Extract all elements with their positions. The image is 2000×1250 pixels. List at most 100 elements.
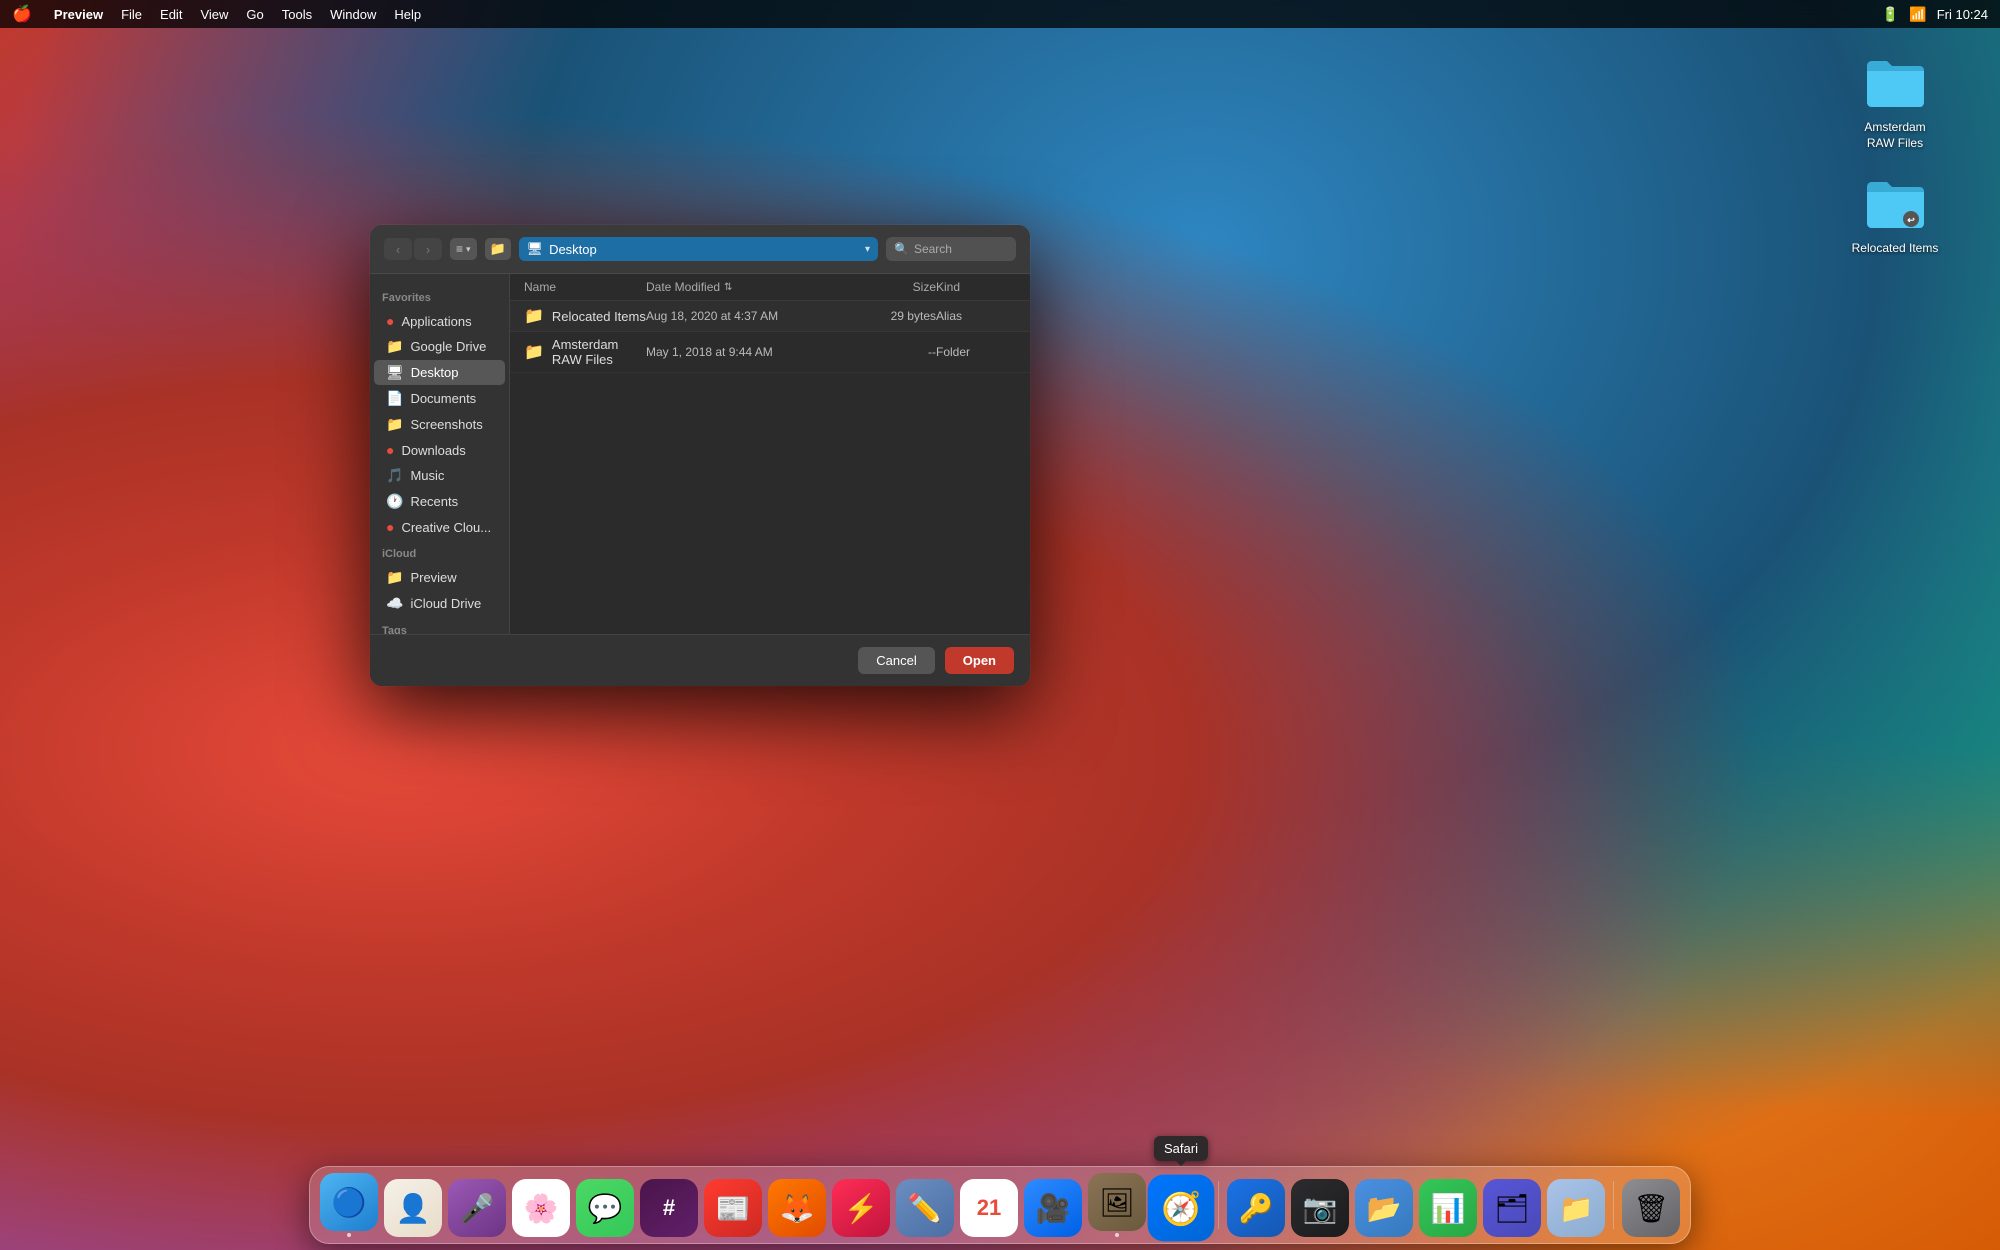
calendar-icon: 21 [960, 1179, 1018, 1237]
dock-item-filer[interactable]: 🗂 [1483, 1179, 1541, 1237]
desktop-icon-amsterdam[interactable]: Amsterdam RAW Files [1850, 50, 1940, 151]
table-row[interactable]: 📁 Amsterdam RAW Files May 1, 2018 at 9:4… [510, 332, 1030, 373]
pockity-icon: ⚡ [832, 1179, 890, 1237]
dock-item-preview[interactable]: 🖼 [1088, 1173, 1146, 1237]
location-text: Desktop [549, 242, 597, 257]
dock-item-finder[interactable]: 🔵 [320, 1173, 378, 1237]
sidebar-item-preview[interactable]: 📁 Preview [374, 565, 505, 590]
cancel-button[interactable]: Cancel [858, 647, 934, 674]
dock-item-messages[interactable]: 💬 [576, 1179, 634, 1237]
go-menu[interactable]: Go [246, 7, 263, 22]
forward-button[interactable]: › [414, 238, 442, 260]
back-button[interactable]: ‹ [384, 238, 412, 260]
table-row[interactable]: 📁 Relocated Items Aug 18, 2020 at 4:37 A… [510, 301, 1030, 332]
googledrive-icon: 📁 [386, 338, 403, 355]
dock-separator [1218, 1181, 1219, 1229]
dialog-body: Favorites ● Applications 📁 Google Drive … [370, 274, 1030, 634]
sidebar-item-preview-label: Preview [410, 570, 456, 585]
wifi-icon: 📶 [1909, 6, 1926, 23]
dock-wrapper: 🔵 👤 🎤 🌸 💬 # [309, 1166, 1691, 1244]
filer-icon: 🗂 [1483, 1179, 1541, 1237]
sidebar-item-googledrive[interactable]: 📁 Google Drive [374, 334, 505, 359]
sidebar-item-documents[interactable]: 📄 Documents [374, 386, 505, 411]
sidebar-item-music[interactable]: 🎵 Music [374, 463, 505, 488]
file-name-relocated: 📁 Relocated Items [524, 306, 646, 326]
sidebar-item-icloud[interactable]: ☁️ iCloud Drive [374, 591, 505, 616]
dock-item-darkroom[interactable]: 📷 [1291, 1179, 1349, 1237]
dock-item-colorfolder[interactable]: 📁 [1547, 1179, 1605, 1237]
sort-arrow-icon: ⇅ [724, 282, 732, 293]
dock-item-files[interactable]: 📂 [1355, 1179, 1413, 1237]
file-size-relocated: 29 bytes [846, 309, 936, 323]
desktop-icons: Amsterdam RAW Files ↩ Relocated Items [1850, 50, 1940, 257]
dock: 🔵 👤 🎤 🌸 💬 # [309, 1166, 1691, 1244]
sidebar-item-desktop[interactable]: 🖥 Desktop [374, 360, 505, 385]
app-name-menu[interactable]: Preview [54, 7, 103, 22]
column-name[interactable]: Name [524, 280, 646, 294]
column-date[interactable]: Date Modified ⇅ [646, 280, 846, 294]
file-menu[interactable]: File [121, 7, 142, 22]
sidebar-item-creative-label: Creative Clou... [401, 520, 491, 535]
location-chevron-icon: ▾ [865, 244, 870, 255]
location-bar[interactable]: 🖥 Desktop ▾ [519, 237, 878, 261]
menubar-right: 🔋 📶 Fri 10:24 [1882, 6, 1988, 23]
favorites-label: Favorites [370, 284, 509, 308]
dock-item-zoom[interactable]: 🎥 [1024, 1179, 1082, 1237]
sidebar-item-documents-label: Documents [410, 391, 476, 406]
dock-item-typora[interactable]: ✏️ [896, 1179, 954, 1237]
sidebar-item-recents[interactable]: 🕐 Recents [374, 489, 505, 514]
sidebar-item-googledrive-label: Google Drive [410, 339, 486, 354]
firefox-icon: 🦊 [768, 1179, 826, 1237]
svg-text:↩: ↩ [1907, 215, 1915, 225]
window-menu[interactable]: Window [330, 7, 376, 22]
dock-item-onepassword[interactable]: 🔑 [1227, 1179, 1285, 1237]
new-folder-button[interactable]: 📁 [485, 238, 511, 260]
sidebar-item-screenshots[interactable]: 📁 Screenshots [374, 412, 505, 437]
dialog-toolbar: ‹ › ≡ ▾ 📁 🖥 Desktop ▾ 🔍 Search [370, 225, 1030, 274]
dock-item-trash[interactable]: 🗑 [1622, 1179, 1680, 1237]
search-bar[interactable]: 🔍 Search [886, 237, 1016, 261]
apple-menu[interactable]: 🍎 [12, 4, 32, 24]
dock-item-calendar[interactable]: 21 [960, 1179, 1018, 1237]
dock-item-safari[interactable]: Safari 🧭 [1152, 1179, 1210, 1237]
file-list-body: 📁 Relocated Items Aug 18, 2020 at 4:37 A… [510, 301, 1030, 634]
open-button[interactable]: Open [945, 647, 1014, 674]
sidebar-item-music-label: Music [410, 468, 444, 483]
column-size[interactable]: Size [846, 280, 936, 294]
file-kind-amsterdam: Folder [936, 345, 1016, 359]
sidebar-item-downloads-label: Downloads [401, 443, 465, 458]
desktop-icon-relocated[interactable]: ↩ Relocated Items [1850, 171, 1940, 257]
view-mode-button[interactable]: ≡ ▾ [450, 238, 477, 260]
downloads-icon: ● [386, 442, 394, 458]
preview-sidebar-icon: 📁 [386, 569, 403, 586]
toolbar-nav: ‹ › [384, 238, 442, 260]
zoom-icon: 🎥 [1024, 1179, 1082, 1237]
applications-icon: ● [386, 313, 394, 329]
list-view-icon: ≡ [456, 242, 463, 256]
sidebar-item-creative[interactable]: ● Creative Clou... [374, 515, 505, 539]
sidebar-item-downloads[interactable]: ● Downloads [374, 438, 505, 462]
help-menu[interactable]: Help [394, 7, 421, 22]
column-kind[interactable]: Kind [936, 280, 1016, 294]
dock-item-contacts[interactable]: 👤 [384, 1179, 442, 1237]
dock-item-photos[interactable]: 🌸 [512, 1179, 570, 1237]
tools-menu[interactable]: Tools [282, 7, 312, 22]
view-menu[interactable]: View [200, 7, 228, 22]
dock-item-pockity[interactable]: ⚡ [832, 1179, 890, 1237]
safari-icon: 🧭 [1148, 1175, 1215, 1242]
edit-menu[interactable]: Edit [160, 7, 182, 22]
folder-icon-amsterdam: 📁 [524, 342, 544, 362]
trash-icon: 🗑 [1622, 1179, 1680, 1237]
recents-icon: 🕐 [386, 493, 403, 510]
dock-item-firefox[interactable]: 🦊 [768, 1179, 826, 1237]
dock-separator-2 [1613, 1181, 1614, 1229]
contacts-icon: 👤 [384, 1179, 442, 1237]
sidebar-item-applications[interactable]: ● Applications [374, 309, 505, 333]
dock-item-news[interactable]: 📰 [704, 1179, 762, 1237]
sidebar: Favorites ● Applications 📁 Google Drive … [370, 274, 510, 634]
dock-item-siri[interactable]: 🎤 [448, 1179, 506, 1237]
dock-item-spreadsheet[interactable]: 📊 [1419, 1179, 1477, 1237]
finder-icon: 🔵 [320, 1173, 378, 1231]
file-name-label-relocated: Relocated Items [552, 309, 646, 324]
dock-item-slack[interactable]: # [640, 1179, 698, 1237]
